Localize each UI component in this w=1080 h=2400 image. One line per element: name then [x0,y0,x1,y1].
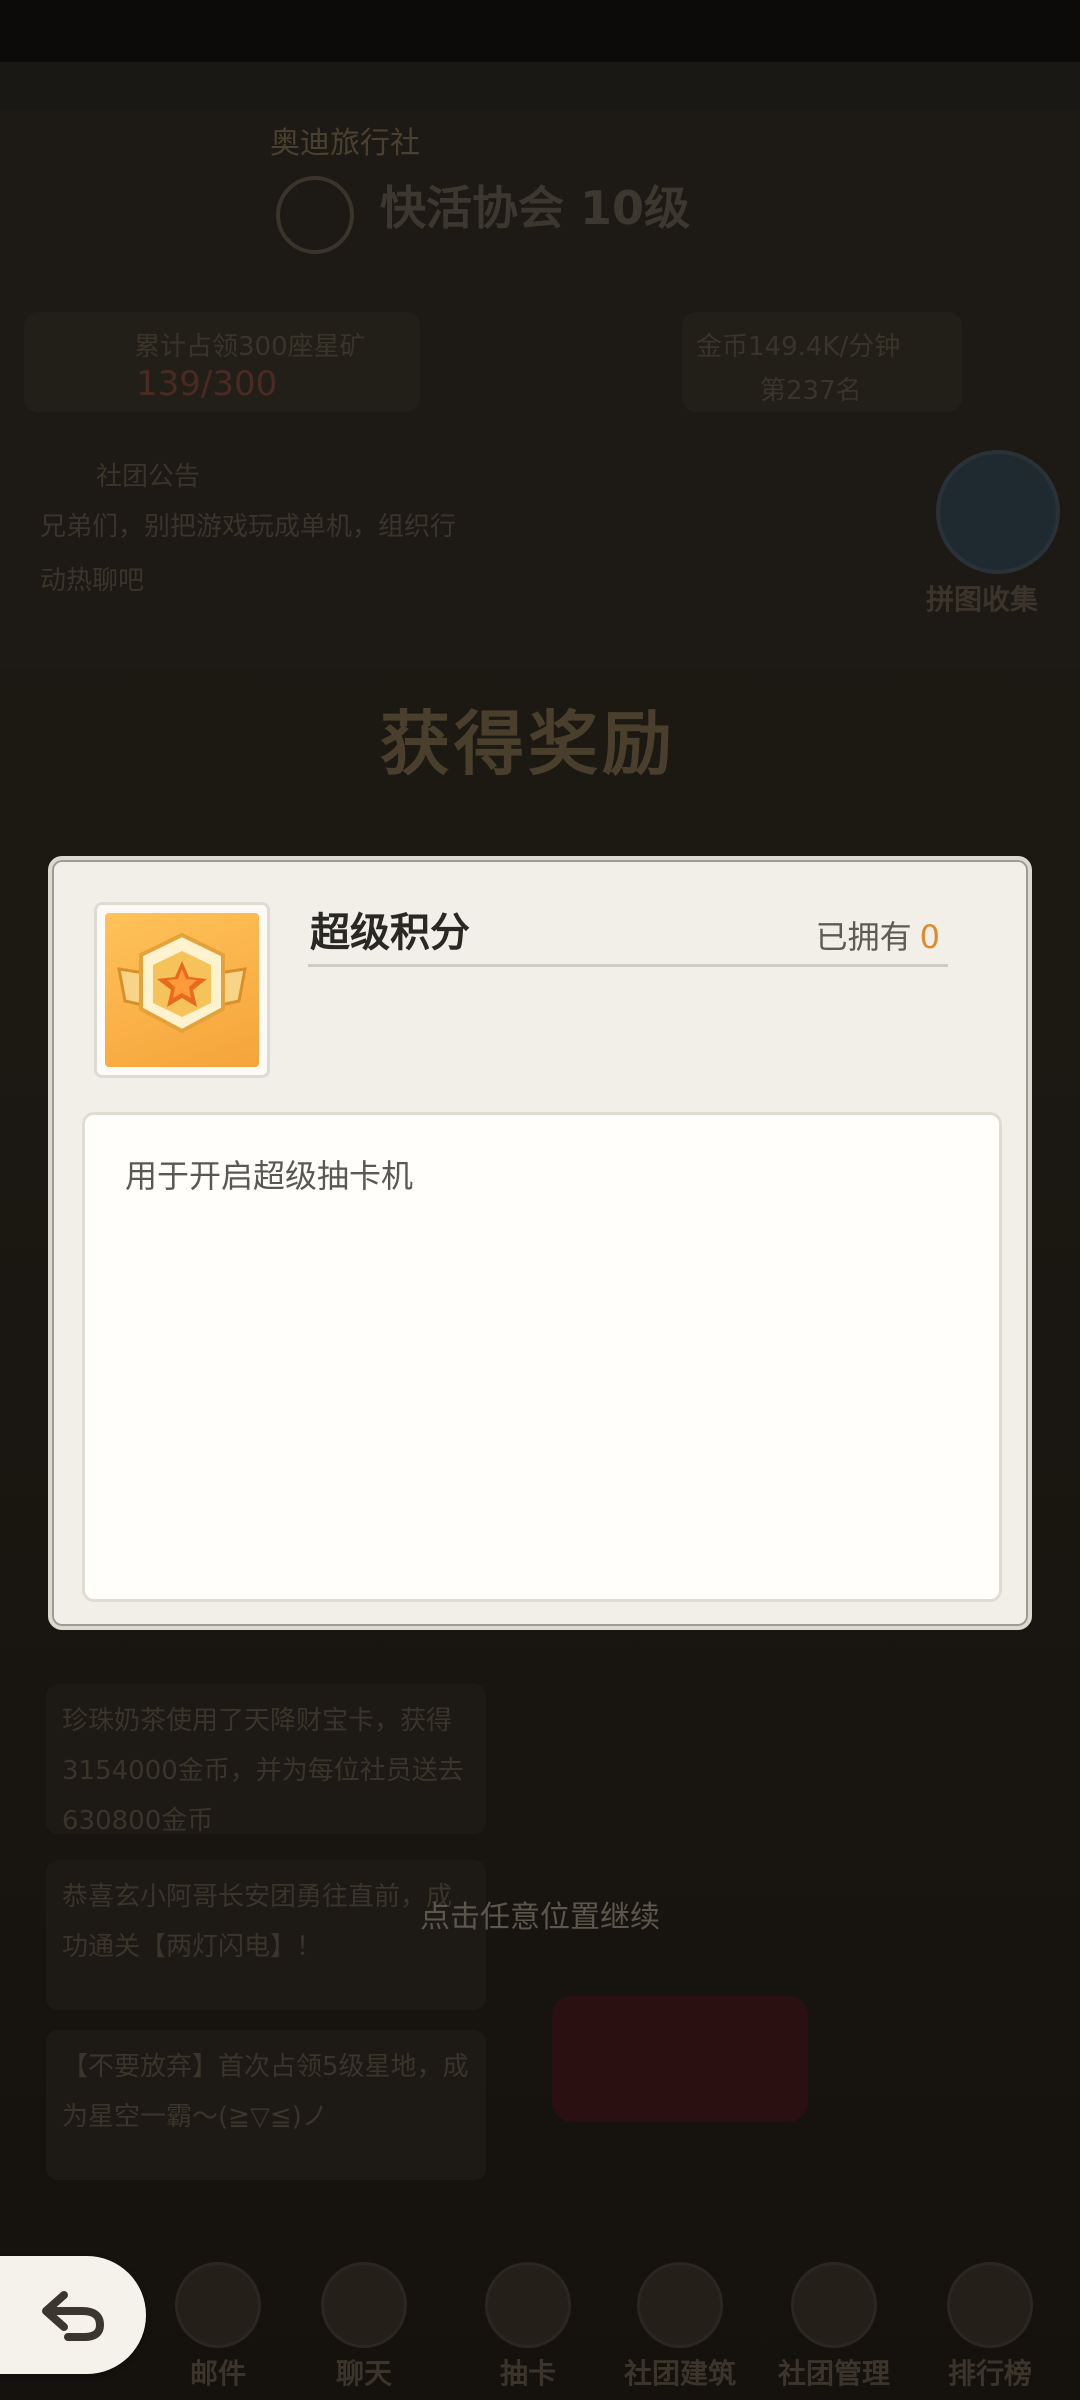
back-arrow-icon [42,2291,105,2341]
owned-status: 已拥有 0 [816,912,940,958]
nav-chat[interactable]: 聊天 [304,2262,424,2392]
owned-label: 已拥有 [815,918,912,956]
nav-label: 邮件 [189,2357,246,2390]
sofa-decoration [552,1996,808,2122]
item-frame [94,902,270,1078]
ranking-icon [947,2262,1033,2348]
coin-rate-label: 金币149.4K/分钟 [696,332,901,362]
nav-gacha[interactable]: 抽卡 [468,2262,588,2392]
members-icon [791,2262,877,2348]
nav-label: 排行榜 [947,2357,1032,2390]
nav-label: 抽卡 [499,2357,556,2390]
reward-heading: 获得奖励 [380,703,676,785]
reward-dialog: 超级积分 已拥有 0 用于开启超级抽卡机 [48,856,1032,1630]
message-text: 珍珠奶茶使用了天降财宝卡，获得3154000金币，并为每位社员送去630800金… [62,1706,464,1836]
travel-agency-label: 奥迪旅行社 [270,126,420,161]
item-name: 超级积分 [310,910,470,956]
divider [308,964,948,967]
description-box: 用于开启超级抽卡机 [82,1112,1002,1602]
coin-rate-panel: 金币149.4K/分钟 第237名 [682,312,962,412]
nav-label: 社团管理 [777,2357,890,2390]
nav-mail[interactable]: 邮件 [158,2262,278,2392]
message-item: 珍珠奶茶使用了天降财宝卡，获得3154000金币，并为每位社员送去630800金… [46,1684,486,1836]
continue-hint[interactable]: 点击任意位置继续 [0,1892,1080,1936]
announcement-panel: 社团公告 兄弟们，别把游戏玩成单机，组织行动热聊吧 [20,450,490,640]
puzzle-collection-label: 拼图收集 [926,583,1039,616]
back-button[interactable] [0,2256,146,2374]
message-text: 【不要放弃】首次占领5级星地，成为星空一霸～(≧▽≦)ノ [62,2052,469,2132]
ore-progress-value: 139/300 [136,364,278,404]
ore-progress-panel: 累计占领300座星矿 139/300 [24,312,420,412]
gacha-icon [485,2262,571,2348]
coin-rank-label: 第237名 [760,376,862,406]
smile-icon [276,176,354,254]
announcement-text: 兄弟们，别把游戏玩成单机，组织行动热聊吧 [40,512,457,596]
nav-members[interactable]: 社团管理 [774,2262,894,2392]
owned-count: 0 [919,918,940,956]
message-item: 【不要放弃】首次占领5级星地，成为星空一霸～(≧▽≦)ノ [46,2030,486,2180]
announcement-title: 社团公告 [96,462,201,492]
mail-icon [175,2262,261,2348]
star-badge-icon [105,913,259,1067]
chat-icon [321,2262,407,2348]
item-description: 用于开启超级抽卡机 [125,1157,414,1195]
nav-ranking[interactable]: 排行榜 [930,2262,1050,2392]
guild-title: 快活协会 10级 [380,181,691,235]
nav-building[interactable]: 社团建筑 [620,2262,740,2392]
nav-label: 聊天 [335,2357,392,2390]
building-icon [637,2262,723,2348]
puzzle-collection-icon [936,450,1060,574]
status-bar [0,0,1080,62]
ore-progress-label: 累计占领300座星矿 [134,332,366,362]
nav-label: 社团建筑 [623,2357,736,2390]
